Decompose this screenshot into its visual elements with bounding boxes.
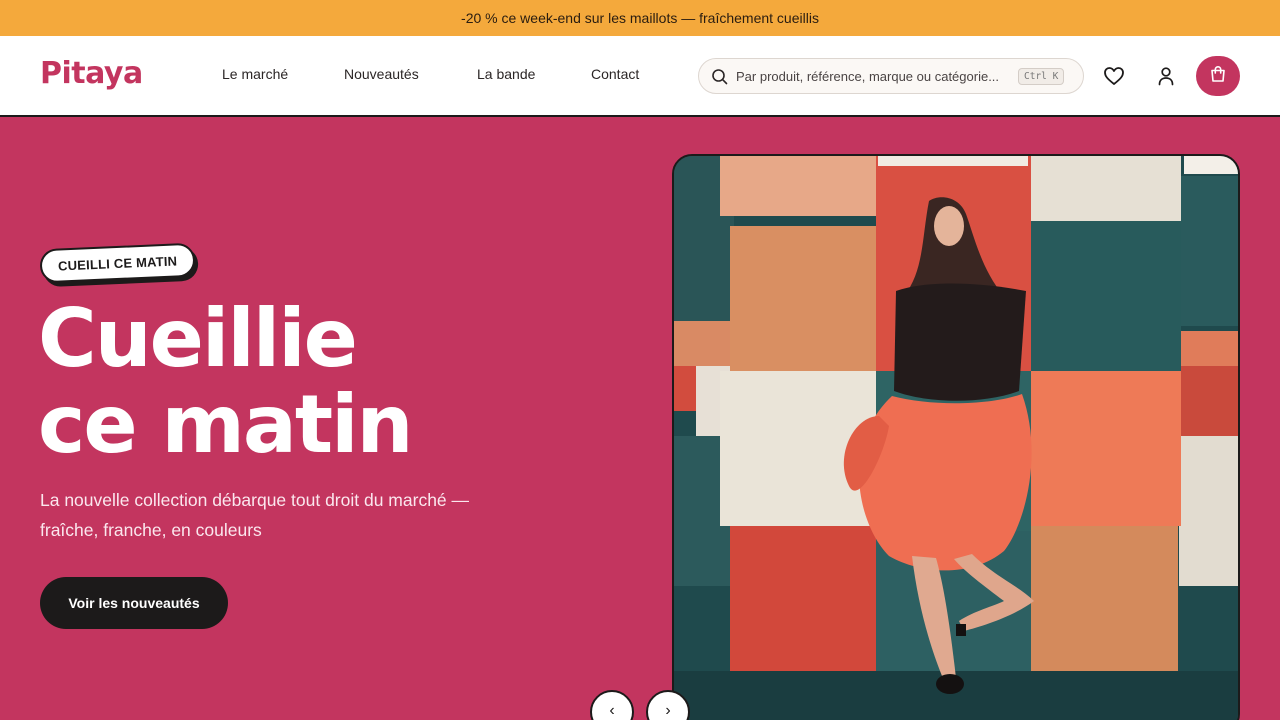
search-input[interactable]: Par produit, référence, marque ou catégo… xyxy=(736,69,1020,84)
user-icon[interactable] xyxy=(1154,64,1178,88)
brand-logo[interactable]: Pitaya xyxy=(40,56,143,91)
shopping-bag-icon xyxy=(1208,64,1228,89)
carousel-prev-button[interactable]: ‹ xyxy=(590,690,634,720)
hero-badge-label: CUEILLI CE MATIN xyxy=(57,252,178,274)
view-new-arrivals-button[interactable]: Voir les nouveautés xyxy=(40,577,228,629)
site-header: Pitaya Le marché Nouveautés La bande Con… xyxy=(0,36,1280,117)
cart-button[interactable] xyxy=(1196,56,1240,96)
chevron-right-icon: › xyxy=(665,702,671,719)
promo-text: -20 % ce week-end sur les maillots — fra… xyxy=(461,10,819,26)
cta-label: Voir les nouveautés xyxy=(68,595,200,611)
search-shortcut-hint: Ctrl K xyxy=(1018,68,1065,85)
hero-image xyxy=(672,154,1240,720)
hero-headline: Cueillie ce matin xyxy=(38,292,413,471)
main-nav: Le marché Nouveautés La bande Contact xyxy=(222,66,639,82)
nav-link-le-marche[interactable]: Le marché xyxy=(222,66,344,82)
promo-banner: -20 % ce week-end sur les maillots — fra… xyxy=(0,0,1280,36)
search-box[interactable]: Par produit, référence, marque ou catégo… xyxy=(698,58,1084,94)
nav-link-nouveautes[interactable]: Nouveautés xyxy=(344,66,477,82)
hero-headline-line-1: Cueillie xyxy=(38,292,358,385)
nav-link-contact[interactable]: Contact xyxy=(591,66,639,82)
nav-link-la-bande[interactable]: La bande xyxy=(477,66,591,82)
heart-icon[interactable] xyxy=(1102,64,1126,88)
hero-subtitle: La nouvelle collection débarque tout dro… xyxy=(40,490,470,540)
chevron-left-icon: ‹ xyxy=(609,702,615,719)
hero-badge: CUEILLI CE MATIN xyxy=(39,242,196,284)
hero-headline-line-2: ce matin xyxy=(38,378,413,471)
search-icon xyxy=(711,68,729,86)
